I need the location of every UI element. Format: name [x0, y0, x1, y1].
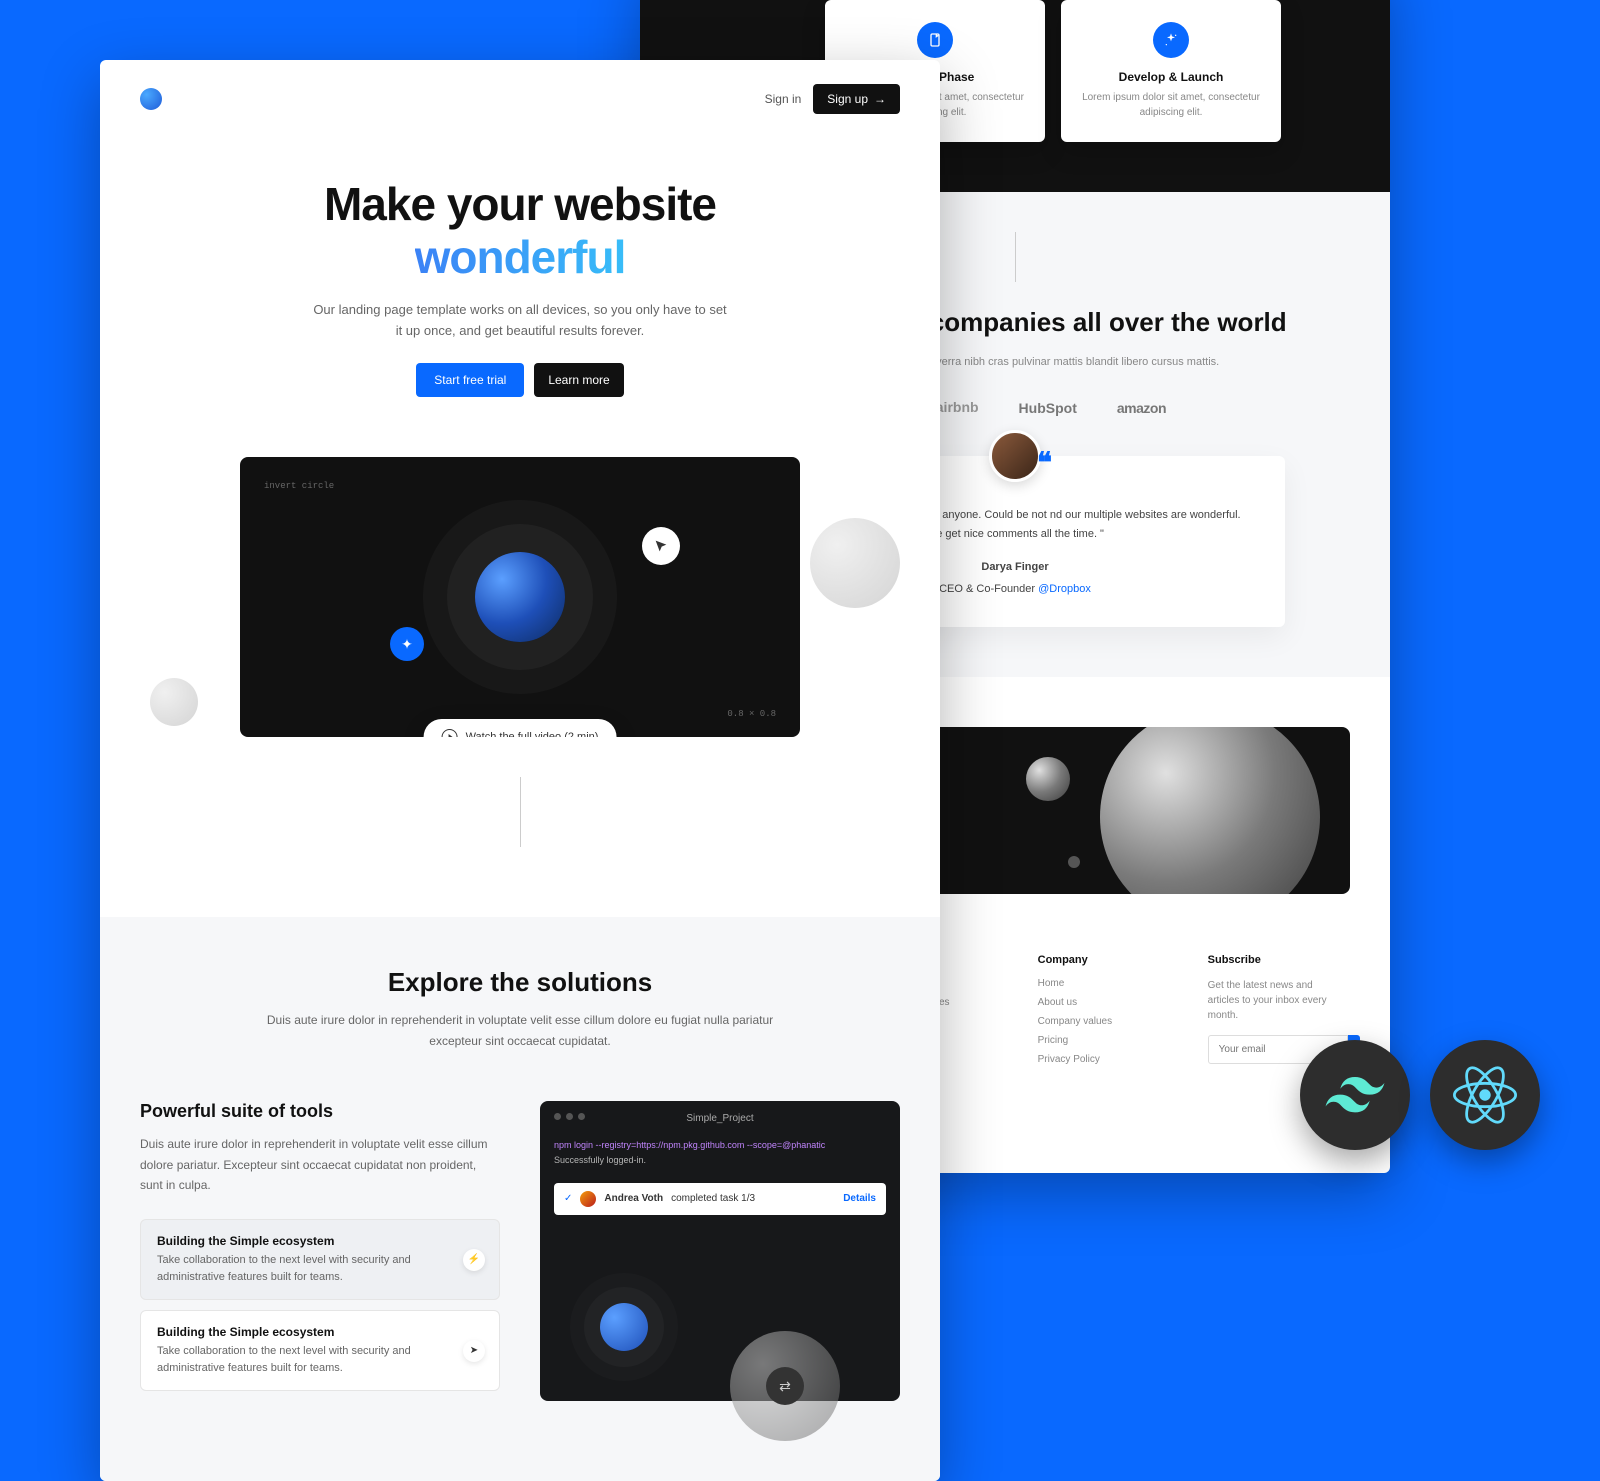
sphere-graphic	[600, 1303, 648, 1351]
footer-col-title: Company	[1038, 954, 1148, 966]
decorative-orb: ⇄	[730, 1331, 840, 1441]
task-text: completed task 1/3	[671, 1193, 755, 1204]
feature-card-develop: Develop & Launch Lorem ipsum dolor sit a…	[1061, 0, 1281, 142]
decorative-orb	[150, 678, 198, 726]
send-icon: ➤	[463, 1340, 485, 1362]
terminal-preview: Simple_Project npm login --registry=http…	[540, 1101, 900, 1401]
task-user: Andrea Voth	[604, 1193, 663, 1204]
task-details-link[interactable]: Details	[843, 1193, 876, 1204]
play-icon	[442, 729, 458, 737]
quote-icon: ❝	[1037, 446, 1052, 479]
bolt-icon: ⚡	[463, 1249, 485, 1271]
cursor-icon	[642, 527, 680, 565]
avatar	[989, 430, 1041, 482]
footer-link[interactable]: Company values	[1038, 1016, 1148, 1027]
media-label: 0.8 × 0.8	[727, 709, 776, 719]
hero-section: Make your websitewonderful Our landing p…	[100, 138, 940, 917]
sparkle-icon	[1153, 22, 1189, 58]
card-body: Take collaboration to the next level wit…	[157, 1343, 449, 1376]
card-title: Building the Simple ecosystem	[157, 1234, 449, 1248]
decorative-orb	[810, 518, 900, 608]
subscribe-desc: Get the latest news and articles to your…	[1208, 978, 1340, 1023]
tablet-icon	[917, 22, 953, 58]
react-badge	[1430, 1040, 1540, 1150]
footer-link[interactable]: Privacy Policy	[1038, 1054, 1148, 1065]
footer-link[interactable]: Home	[1038, 978, 1148, 989]
terminal-line: npm login --registry=https://npm.pkg.git…	[554, 1138, 886, 1153]
feature-body: Lorem ipsum dolor sit amet, consectetur …	[1079, 90, 1263, 120]
tools-title: Powerful suite of tools	[140, 1101, 500, 1122]
swap-icon: ⇄	[766, 1367, 804, 1405]
feature-tab-card[interactable]: Building the Simple ecosystem Take colla…	[140, 1310, 500, 1391]
feature-tab-card[interactable]: Building the Simple ecosystem Take colla…	[140, 1219, 500, 1300]
hero-subtitle: Our landing page template works on all d…	[310, 300, 730, 342]
sphere-graphic	[475, 552, 565, 642]
learn-more-button[interactable]: Learn more	[534, 363, 623, 397]
hero-title: Make your websitewonderful	[220, 178, 820, 284]
solutions-heading: Explore the solutions	[240, 967, 800, 998]
signin-link[interactable]: Sign in	[765, 92, 802, 106]
footer-link[interactable]: Pricing	[1038, 1035, 1148, 1046]
watch-video-button[interactable]: Watch the full video (2 min)	[424, 719, 617, 737]
solutions-sub: Duis aute irure dolor in reprehenderit i…	[240, 1010, 800, 1051]
decorative-orb	[1100, 727, 1320, 894]
footer-link[interactable]: About us	[1038, 997, 1148, 1008]
footer-col-title: Subscribe	[1208, 954, 1340, 966]
terminal-line: Successfully logged-in.	[554, 1153, 886, 1168]
compass-icon: ✦	[390, 627, 424, 661]
feature-title: Develop & Launch	[1079, 70, 1263, 84]
media-label: invert circle	[264, 481, 334, 491]
brand-logo-amazon: amazon	[1117, 400, 1166, 416]
task-notification: ✓ Andrea Voth completed task 1/3 Details	[554, 1183, 886, 1215]
terminal-title: Simple_Project	[686, 1113, 753, 1124]
avatar	[580, 1191, 596, 1207]
landing-page-primary: Sign in Sign up → Make your websitewonde…	[100, 60, 940, 1481]
logo-icon[interactable]	[140, 88, 162, 110]
tools-desc: Duis aute irure dolor in reprehenderit i…	[140, 1134, 500, 1195]
arrow-right-icon: →	[874, 92, 886, 106]
card-title: Building the Simple ecosystem	[157, 1325, 449, 1339]
hero-media: invert circle 0.8 × 0.8 ✦ Watch the full…	[240, 457, 800, 737]
start-trial-button[interactable]: Start free trial	[416, 363, 524, 397]
check-icon: ✓	[564, 1193, 572, 1204]
brand-logo-hubspot: HubSpot	[1019, 400, 1077, 416]
tailwind-icon	[1325, 1077, 1385, 1113]
react-icon	[1453, 1063, 1517, 1127]
solutions-section: Explore the solutions Duis aute irure do…	[100, 917, 940, 1481]
tailwind-badge	[1300, 1040, 1410, 1150]
decorative-orb	[1026, 757, 1070, 801]
header: Sign in Sign up →	[100, 60, 940, 138]
decorative-orb	[1068, 856, 1080, 868]
signup-button[interactable]: Sign up →	[813, 84, 900, 114]
divider	[520, 777, 521, 847]
card-body: Take collaboration to the next level wit…	[157, 1252, 449, 1285]
divider	[1015, 232, 1016, 282]
footer-col-company: Company Home About us Company values Pri…	[1038, 954, 1148, 1073]
